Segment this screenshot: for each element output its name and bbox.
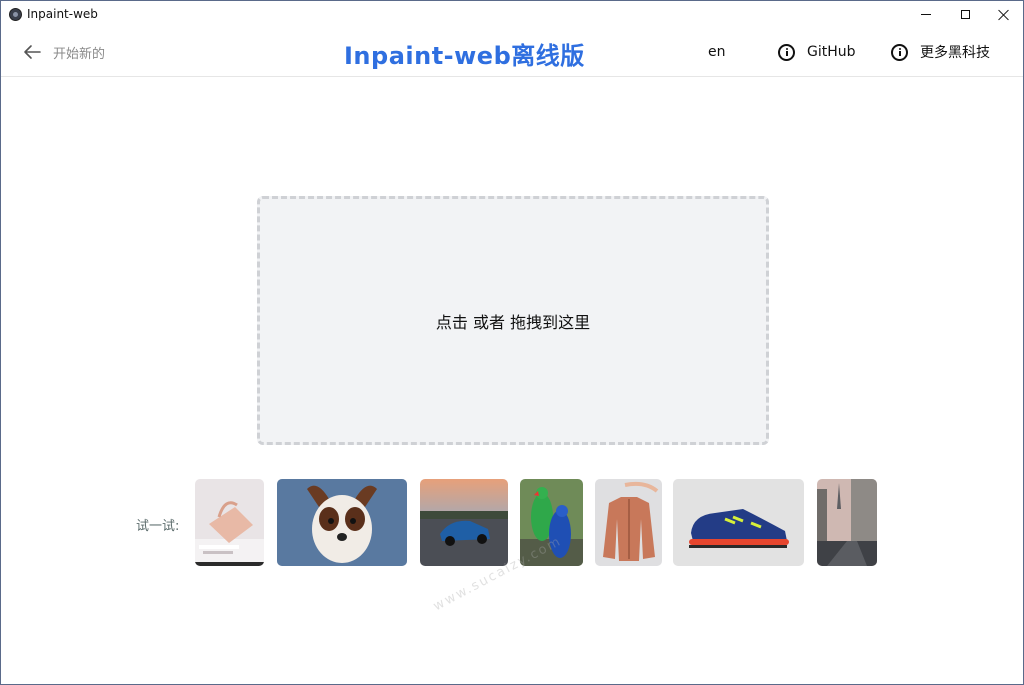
street-example[interactable] [817,479,877,566]
more-tech-link[interactable]: 更多黑科技 [891,42,990,62]
start-new-button[interactable]: 开始新的 [23,41,105,63]
window-title: Inpaint-web [27,7,98,21]
maximize-icon [960,10,970,19]
dog-image [277,479,407,566]
maximize-button[interactable] [945,1,985,28]
sneaker-example[interactable] [673,479,804,566]
app-header: 开始新的 Inpaint-web离线版 en GitHub 更多黑科技 [1,28,1023,77]
bag-example[interactable] [195,479,264,566]
upload-dropzone[interactable]: 点击 或者 拖拽到这里 [257,196,769,445]
jacket-example[interactable] [595,479,662,566]
app-window: Inpaint-web 开始新的 Inpaint-web离线版 en GitHu… [0,0,1024,685]
close-icon [998,9,1009,20]
examples-label: 试一试: [136,519,180,534]
parrots-image [520,479,583,566]
car-example[interactable] [420,479,508,566]
dropzone-label: 点击 或者 拖拽到这里 [435,312,591,332]
page-title: Inpaint-web离线版 [344,42,585,70]
minimize-button[interactable] [906,1,946,28]
close-button[interactable] [983,1,1023,28]
parrots-example[interactable] [520,479,583,566]
start-new-label: 开始新的 [53,46,106,62]
jacket-image [595,479,662,566]
info-icon [891,43,908,61]
dog-example[interactable] [277,479,407,566]
title-bar: Inpaint-web [1,1,1023,28]
language-switch[interactable]: en [708,44,726,60]
arrow-left-icon [24,45,41,59]
info-icon [778,43,795,61]
car-image [420,479,508,566]
bag-image [195,479,264,566]
github-link[interactable]: GitHub [778,42,856,62]
github-label: GitHub [807,44,856,60]
street-image [817,479,877,566]
minimize-icon [921,14,931,15]
sneaker-image [673,479,804,566]
app-logo-icon [9,8,22,21]
more-tech-label: 更多黑科技 [920,45,990,61]
